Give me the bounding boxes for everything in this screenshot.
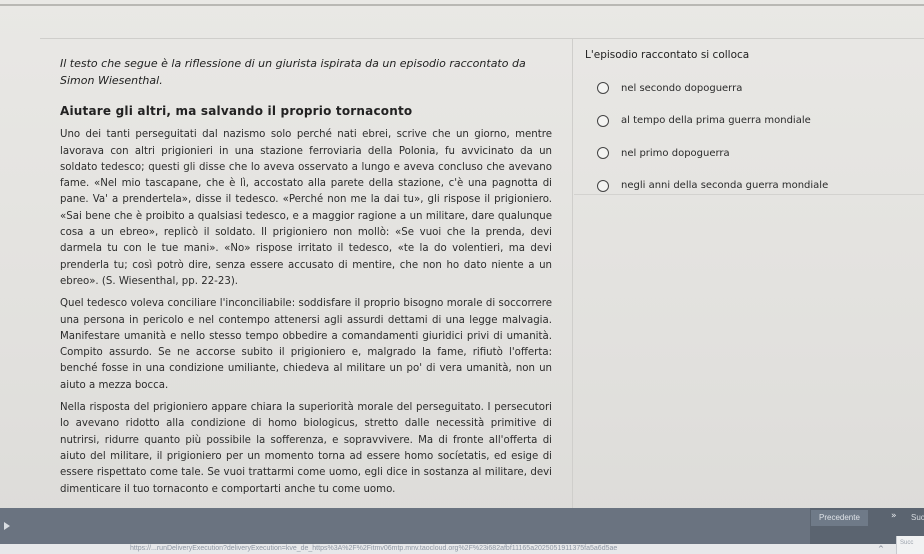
question-title: L'episodio raccontato si colloca xyxy=(585,49,750,61)
passage-paragraph-3: Nella risposta del prigioniero appare ch… xyxy=(60,402,552,495)
radio-button-icon[interactable] xyxy=(597,82,609,94)
status-corner-label: Succ xyxy=(900,540,914,546)
answer-option-2[interactable]: al tempo della prima guerra mondiale xyxy=(585,110,915,132)
play-icon[interactable] xyxy=(4,522,10,530)
test-page: Il testo che segue è la riflessione di u… xyxy=(0,0,924,554)
question-panel: L'episodio raccontato si colloca nel sec… xyxy=(585,49,915,207)
content-top-divider xyxy=(40,38,924,39)
radio-button-icon[interactable] xyxy=(597,114,609,127)
reading-passage: Il testo che segue è la riflessione di u… xyxy=(60,55,552,504)
answer-option-3[interactable]: nel primo dopoguerra xyxy=(585,142,915,164)
caret-up-icon[interactable]: ^ xyxy=(878,545,884,553)
radio-button-icon[interactable] xyxy=(597,147,609,159)
answer-option-label: al tempo della prima guerra mondiale xyxy=(621,115,811,126)
next-button[interactable]: Successivo xyxy=(909,510,924,526)
answer-option-1[interactable]: nel secondo dopoguerra xyxy=(585,77,915,99)
previous-button[interactable]: Precedente xyxy=(811,510,868,526)
double-chevron-right-icon[interactable]: » xyxy=(891,511,897,521)
top-rule xyxy=(0,4,924,6)
navigation-bar-track xyxy=(0,508,810,544)
passage-paragraph-1: Uno dei tanti perseguitati dal nazismo s… xyxy=(60,129,552,287)
answer-option-label: nel secondo dopoguerra xyxy=(621,82,743,94)
answer-option-label: nel primo dopoguerra xyxy=(621,147,730,159)
passage-paragraph-2: Quel tedesco voleva conciliare l'inconci… xyxy=(60,298,552,391)
radio-button-icon[interactable] xyxy=(597,179,609,192)
passage-title: Aiutare gli altri, ma salvando il propri… xyxy=(60,104,413,118)
passage-intro: Il testo che segue è la riflessione di u… xyxy=(60,57,526,87)
vertical-divider xyxy=(572,38,573,508)
question-panel-divider xyxy=(574,194,924,195)
status-url: https://...runDeliveryExecution?delivery… xyxy=(130,545,618,552)
answer-option-label: negli anni della seconda guerra mondiale xyxy=(621,180,829,191)
